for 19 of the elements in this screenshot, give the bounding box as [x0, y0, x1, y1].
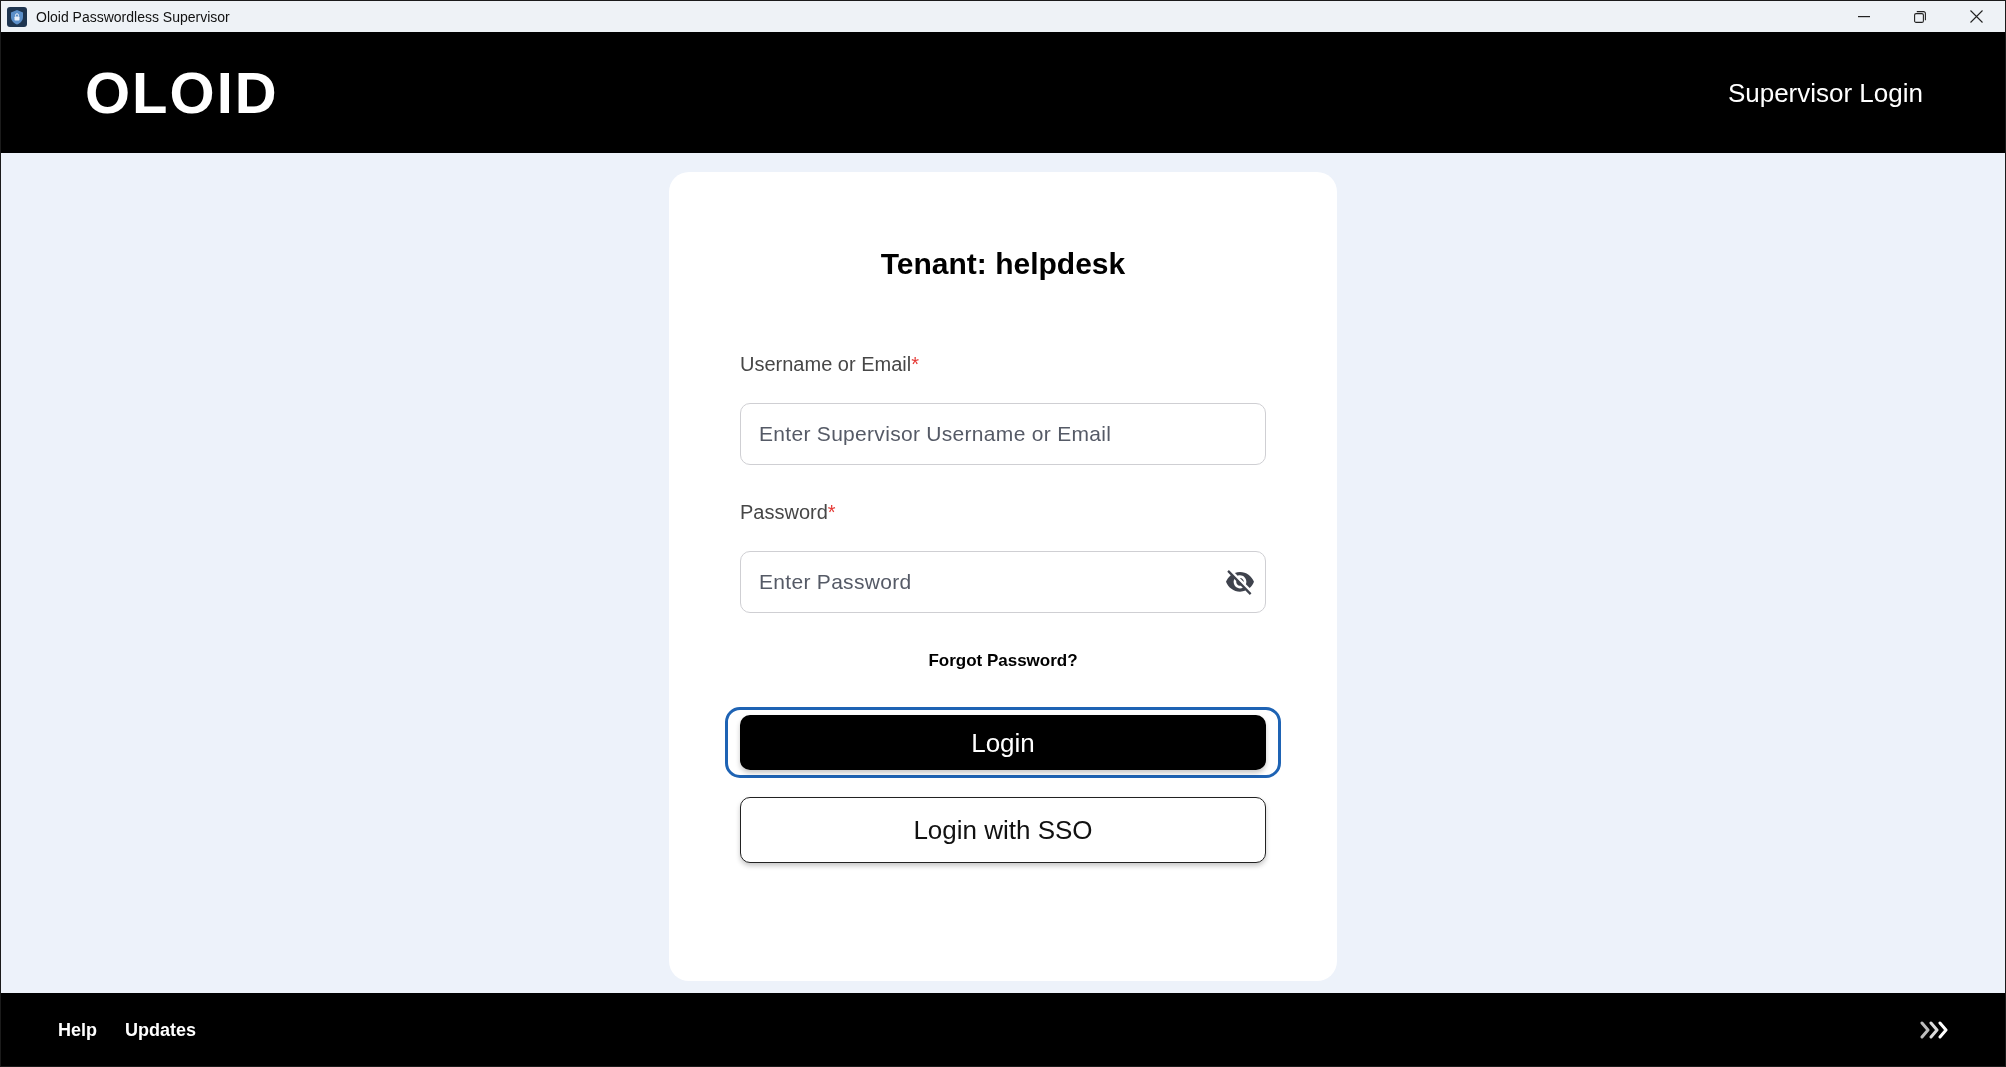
- close-icon[interactable]: [1970, 10, 1983, 23]
- field-label: Username or Email*: [740, 352, 919, 376]
- eye-off-icon[interactable]: [1226, 570, 1254, 595]
- username-field[interactable]: Enter Supervisor Username or Email: [740, 403, 1266, 465]
- login-button[interactable]: Login: [725, 707, 1281, 778]
- logo: OLOID: [85, 69, 279, 116]
- field-label: Password*: [740, 500, 836, 524]
- sso-login-button[interactable]: Login with SSO: [740, 797, 1266, 863]
- chevrons-right-icon[interactable]: [1920, 1020, 1950, 1039]
- password-field[interactable]: Enter Password: [740, 551, 1266, 613]
- tenant-title: Tenant: helpdesk: [879, 246, 1127, 282]
- window-title: Oloid Passwordless Supervisor: [36, 7, 230, 26]
- shield-lock-icon: [7, 6, 27, 27]
- footer-link[interactable]: Help: [58, 1018, 97, 1041]
- minimize-icon[interactable]: [1858, 15, 1870, 18]
- forgot-password-link[interactable]: Forgot Password?: [928, 650, 1078, 672]
- page-title: Supervisor Login: [1727, 76, 1923, 109]
- restore-icon[interactable]: [1914, 10, 1926, 23]
- footer-link[interactable]: Updates: [125, 1018, 197, 1041]
